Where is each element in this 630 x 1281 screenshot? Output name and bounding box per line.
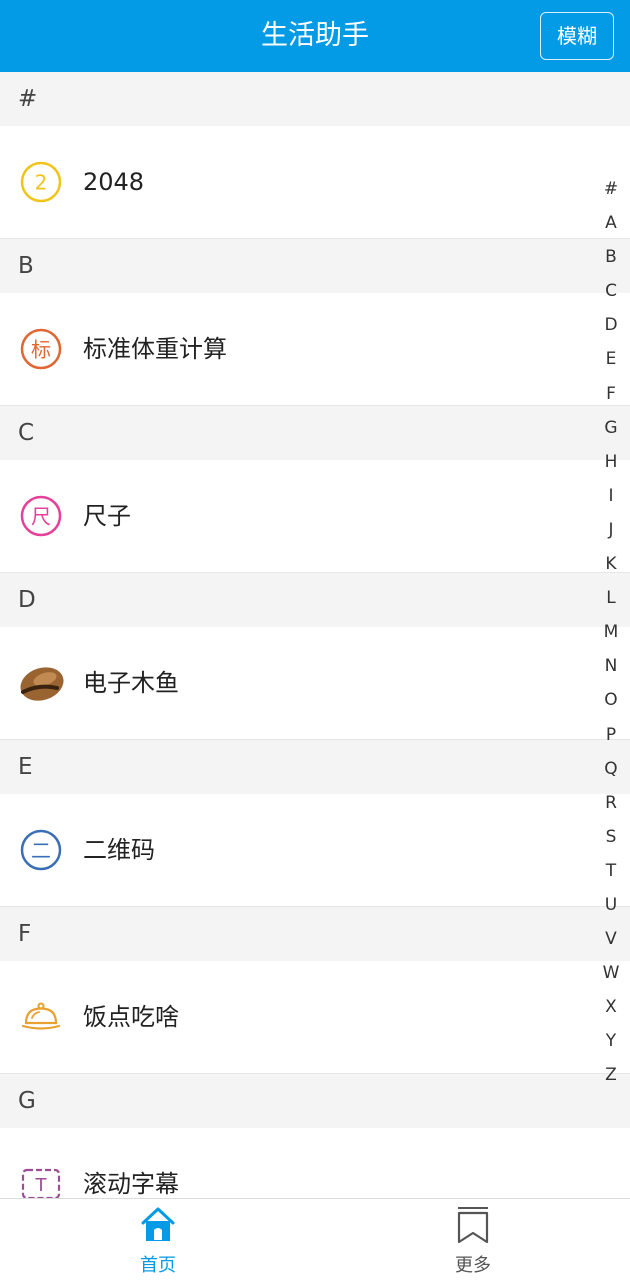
home-icon [141, 1207, 175, 1241]
index-letter[interactable]: I [600, 479, 622, 513]
section-header: F [0, 907, 630, 961]
index-letter[interactable]: L [600, 581, 622, 615]
blur-button[interactable]: 模糊 [540, 12, 614, 60]
svg-text:T: T [35, 1175, 48, 1196]
index-letter[interactable]: U [600, 888, 622, 922]
index-letter[interactable]: # [600, 172, 622, 206]
index-letter[interactable]: Z [600, 1058, 622, 1092]
item-label: 二维码 [83, 836, 155, 864]
item-label: 饭点吃啥 [83, 1003, 179, 1031]
index-letter[interactable]: G [600, 411, 622, 445]
tab-home[interactable]: 首页 [98, 1199, 218, 1281]
index-letter[interactable]: B [600, 240, 622, 274]
index-letter[interactable]: M [600, 615, 622, 649]
index-letter[interactable]: C [600, 274, 622, 308]
index-letter[interactable]: F [600, 377, 622, 411]
list-item-2048[interactable]: 2 2048 [0, 126, 630, 239]
item-label: 滚动字幕 [83, 1170, 179, 1198]
section-header: E [0, 740, 630, 794]
index-letter[interactable]: R [600, 786, 622, 820]
circle-biao-icon: 标 [20, 328, 62, 370]
index-letter[interactable]: A [600, 206, 622, 240]
tab-home-label: 首页 [140, 1255, 176, 1276]
tab-more-label: 更多 [455, 1255, 491, 1276]
app-header: 生活助手 模糊 [0, 0, 630, 72]
circle-chi-icon: 尺 [20, 495, 62, 537]
index-letter[interactable]: V [600, 922, 622, 956]
list-item-ruler[interactable]: 尺 尺子 [0, 460, 630, 573]
list-item-food[interactable]: 饭点吃啥 [0, 961, 630, 1074]
index-letter[interactable]: Y [600, 1024, 622, 1058]
scrolling-text-icon: T [21, 1168, 61, 1198]
tab-more[interactable]: 更多 [413, 1199, 533, 1281]
index-letter[interactable]: O [600, 683, 622, 717]
section-header: C [0, 406, 630, 460]
item-label: 电子木鱼 [83, 669, 179, 697]
list-item-wooden-fish[interactable]: 电子木鱼 [0, 627, 630, 740]
item-label: 2048 [83, 168, 145, 196]
list-item-scrolling-text[interactable]: T 滚动字幕 [0, 1128, 630, 1198]
food-cloche-icon [21, 1002, 61, 1030]
index-letter[interactable]: N [600, 649, 622, 683]
list-item-qrcode[interactable]: 二 二维码 [0, 794, 630, 907]
svg-text:尺: 尺 [31, 505, 51, 529]
index-letter[interactable]: X [600, 990, 622, 1024]
index-letter[interactable]: S [600, 820, 622, 854]
section-header: B [0, 239, 630, 293]
bookmark-icon [457, 1207, 489, 1244]
section-header: D [0, 573, 630, 627]
section-header: G [0, 1074, 630, 1128]
page-title: 生活助手 [261, 20, 369, 51]
svg-text:2: 2 [35, 171, 48, 195]
tool-list: # 2 2048 B 标 标准体重计算 C 尺 尺子 D 电子木鱼 E 二 二维… [0, 72, 630, 1198]
item-label: 尺子 [83, 502, 131, 530]
index-letter[interactable]: Q [600, 752, 622, 786]
index-letter[interactable]: T [600, 854, 622, 888]
alphabet-index-bar[interactable]: # A B C D E F G H I J K L M N O P Q R S … [600, 172, 622, 1093]
bottom-tab-bar: 首页 更多 [0, 1198, 630, 1281]
index-letter[interactable]: H [600, 445, 622, 479]
index-letter[interactable]: J [600, 513, 622, 547]
svg-text:标: 标 [31, 338, 51, 362]
circle-er-icon: 二 [20, 829, 62, 871]
index-letter[interactable]: K [600, 547, 622, 581]
index-letter[interactable]: P [600, 718, 622, 752]
item-label: 标准体重计算 [83, 335, 227, 363]
wooden-fish-icon [20, 667, 64, 701]
circle-2-icon: 2 [20, 161, 62, 203]
index-letter[interactable]: E [600, 342, 622, 376]
svg-text:二: 二 [31, 839, 51, 863]
index-letter[interactable]: W [600, 956, 622, 990]
index-letter[interactable]: D [600, 308, 622, 342]
list-item-bmi[interactable]: 标 标准体重计算 [0, 293, 630, 406]
section-header: # [0, 72, 630, 126]
